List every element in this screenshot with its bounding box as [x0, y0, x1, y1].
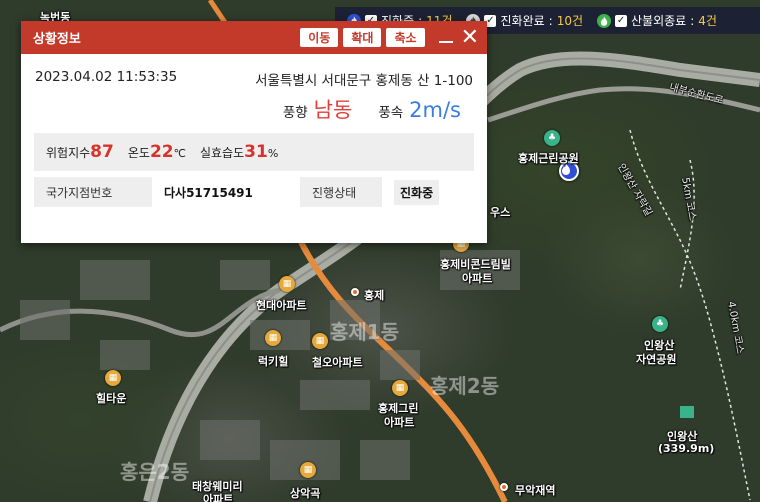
status-label: 진행상태 — [300, 177, 382, 207]
humidity-label: 실효습도 — [199, 146, 245, 160]
incident-datetime: 2023.04.02 11:53:35 — [35, 69, 178, 85]
popup-title: 상황정보 — [33, 32, 81, 47]
humidity: 실효습도31% — [200, 142, 278, 162]
park-icon[interactable]: ♣ — [652, 316, 668, 332]
district-label: 홍은2동 — [120, 460, 190, 484]
wind-direction-value: 남동 — [313, 98, 353, 122]
map-label: 아파트 — [462, 272, 493, 285]
status-badge: 진화중 — [394, 179, 440, 205]
temperature-value: 22 — [149, 142, 174, 162]
fire-out-icon — [597, 13, 612, 28]
map-label: 럭키힐 — [258, 355, 289, 368]
apartment-icon[interactable]: ▦ — [300, 462, 316, 478]
wind-speed-label: 풍속 — [378, 105, 404, 121]
station-icon[interactable] — [500, 483, 508, 491]
wind-direction-label: 풍향 — [282, 105, 308, 121]
minimize-icon[interactable] — [438, 40, 453, 43]
legend-checkbox[interactable]: ✓ — [615, 14, 628, 27]
temperature-label: 온도 — [127, 146, 150, 160]
shrink-button[interactable]: 축소 — [386, 28, 425, 47]
map-label: 힐타운 — [96, 392, 127, 405]
legend-colon: : — [690, 13, 695, 28]
popup-header[interactable]: 상황정보 이동 확대 축소 ✕ — [21, 21, 487, 54]
map-label: 철오아파트 — [312, 356, 363, 369]
grid-number-value: 다사51715491 — [164, 185, 253, 200]
map-label: 홍제근린공원 — [518, 152, 579, 165]
legend-item-out[interactable]: ✓ 산불외종료: 4건 — [597, 12, 717, 29]
status-info-popup: 상황정보 이동 확대 축소 ✕ 2023.04.02 11:53:35 서울특별… — [21, 21, 487, 243]
wind-row: 풍향 남동 풍속 2m/s — [21, 89, 487, 124]
temperature-unit: ℃ — [173, 147, 186, 160]
map-label: 아파트 — [203, 493, 234, 502]
map-label: 현대아파트 — [256, 299, 307, 312]
map-label: 상악곡 — [290, 487, 321, 500]
risk-index-label: 위험지수 — [46, 146, 91, 160]
legend-count: 10건 — [556, 14, 584, 28]
apartment-icon[interactable]: ▦ — [105, 370, 121, 386]
risk-index: 위험지수87 — [46, 142, 114, 162]
mountain-icon[interactable] — [680, 406, 694, 418]
legend-count: 4건 — [698, 14, 717, 28]
map-label: 우스 — [490, 206, 511, 219]
map-label: 자연공원 — [636, 353, 677, 366]
map-label: 홍제 — [364, 289, 385, 302]
legend-label: 진화완료 — [500, 14, 545, 28]
map-label: 무악재역 — [515, 484, 556, 497]
temperature: 온도22℃ — [128, 142, 186, 162]
apartment-icon[interactable]: ▦ — [312, 333, 328, 349]
district-label: 홍제2동 — [430, 374, 500, 398]
apartment-icon[interactable]: ▦ — [265, 330, 281, 346]
popup-datetime-row: 2023.04.02 11:53:35 서울특별시 서대문구 홍제동 산 1-1… — [21, 54, 487, 89]
status-cell: 진화중 — [382, 177, 474, 207]
station-icon[interactable] — [351, 288, 359, 296]
wind-speed-value: 2m/s — [409, 98, 461, 122]
district-label: 홍제1동 — [330, 320, 400, 344]
map-label: 아파트 — [384, 416, 415, 429]
incident-address: 서울특별시 서대문구 홍제동 산 1-100 — [255, 73, 473, 89]
grid-number-label: 국가지점번호 — [34, 177, 152, 207]
risk-index-value: 87 — [90, 142, 114, 162]
legend-label: 산불외종료 — [631, 14, 687, 28]
expand-button[interactable]: 확대 — [343, 28, 382, 47]
park-icon[interactable]: ♣ — [544, 130, 560, 146]
legend-colon: : — [548, 13, 553, 28]
map-label: (339.9m) — [658, 442, 715, 455]
humidity-unit: % — [267, 147, 279, 160]
move-button[interactable]: 이동 — [300, 28, 339, 47]
humidity-value: 31 — [244, 142, 268, 162]
apartment-icon[interactable]: ▦ — [392, 380, 408, 396]
info-table: 국가지점번호 다사51715491 진행상태 진화중 — [34, 177, 474, 207]
risk-summary: 위험지수87 온도22℃ 실효습도31% — [34, 133, 474, 171]
close-icon[interactable]: ✕ — [461, 26, 479, 49]
apartment-icon[interactable]: ▦ — [279, 276, 295, 292]
